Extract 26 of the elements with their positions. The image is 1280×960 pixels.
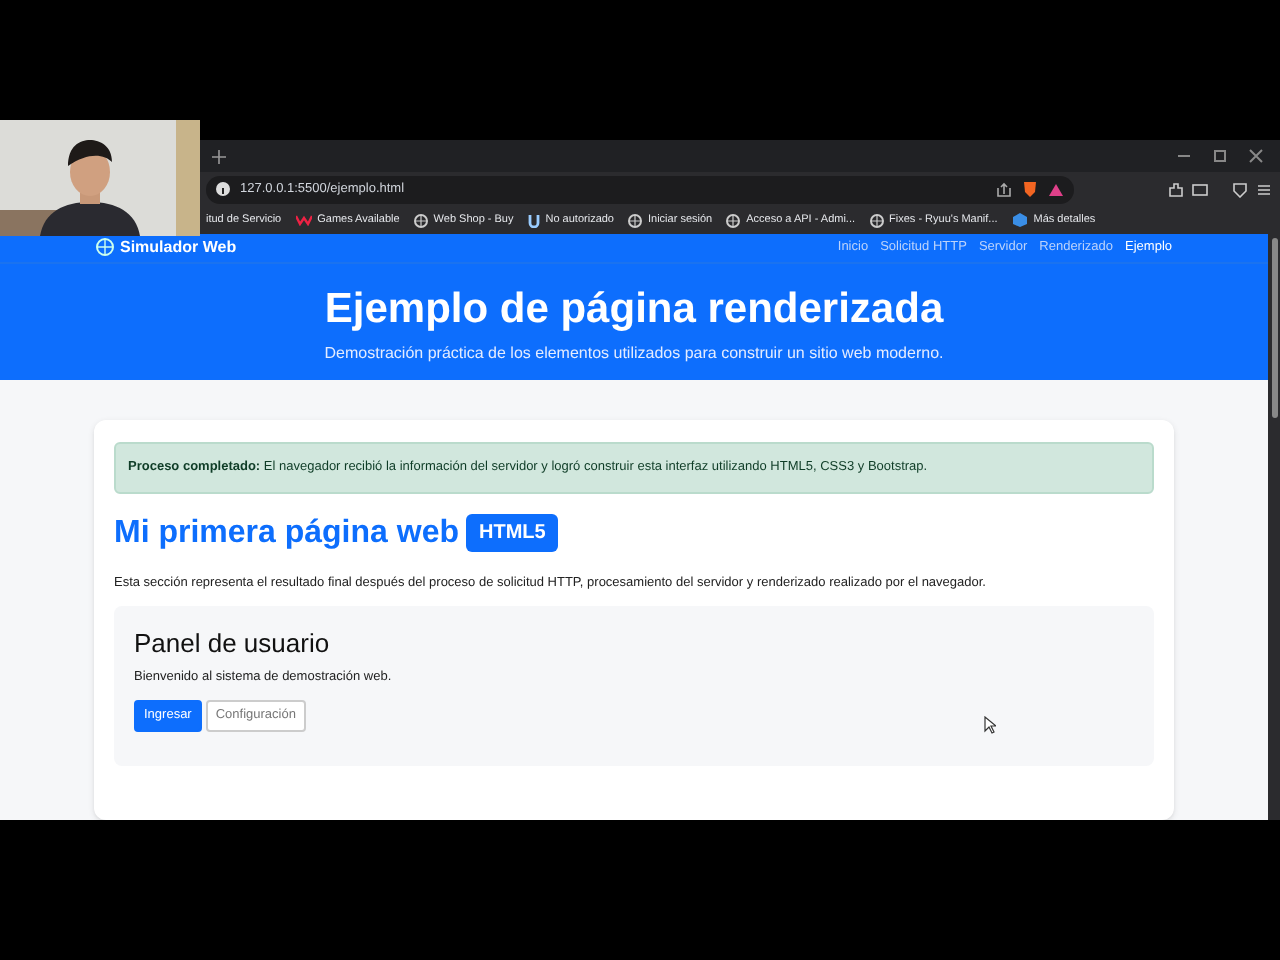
shield-icon[interactable] [1022,180,1038,198]
tag-badge: HTML5 [466,514,558,553]
share-icon[interactable] [996,181,1012,197]
maximize-icon[interactable] [1212,148,1228,164]
brand-name[interactable]: Simulador Web [120,235,237,260]
panel-title: Panel de usuario [134,625,332,661]
info-icon [216,182,230,196]
globe-icon [96,238,114,257]
game-icon [295,214,312,226]
globe-icon [628,213,642,227]
close-icon[interactable] [1248,148,1264,164]
globe-icon [726,213,741,227]
globe-icon [413,213,428,227]
shield-icon[interactable] [1232,181,1248,197]
cube-icon [1011,212,1028,228]
u-shape-icon [527,213,540,227]
triangle-icon[interactable] [1048,181,1064,197]
window-icon[interactable] [1192,181,1208,197]
extensions-icon[interactable] [1168,181,1184,197]
menu-icon[interactable] [1256,181,1272,197]
globe-icon [869,213,884,227]
section-heading: Mi primera página web [114,513,459,554]
cursor-icon [984,716,996,734]
plus-icon[interactable] [212,149,226,163]
hero-subtitle: Demostración práctica de los elementos utilizados para construir un sitio web moderno. [324,342,944,367]
hero-title: Ejemplo de página renderizada [324,288,944,331]
